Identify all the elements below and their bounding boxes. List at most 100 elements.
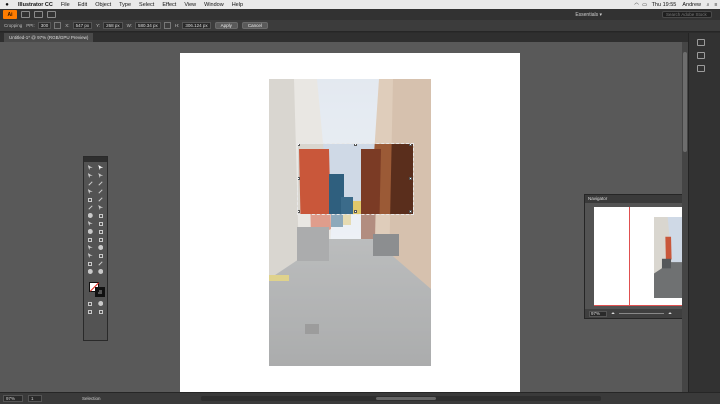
vertical-scroll-thumb[interactable] — [683, 52, 687, 152]
spotlight-icon[interactable]: ⌕ — [704, 2, 712, 8]
navigator-view-box-bottom — [594, 305, 688, 306]
navigator-footer: 97% ⏶ ⏶ — [585, 309, 688, 318]
menubar-clock[interactable]: Thu 19:55 — [649, 2, 680, 8]
artboard-tool-icon[interactable] — [85, 260, 96, 267]
document-tab-bar: Untitled-1* @ 97% (RGB/GPU Preview) — [0, 33, 720, 42]
reference-point-icon[interactable] — [54, 22, 62, 29]
x-field[interactable]: 547 px — [72, 22, 93, 29]
hand-tool-icon[interactable] — [85, 268, 96, 275]
menu-help[interactable]: Help — [228, 2, 247, 8]
apple-icon[interactable]: ● — [0, 2, 14, 8]
crop-region[interactable] — [297, 143, 414, 215]
canvas-area[interactable]: Navigator 97% ⏶ ⏶ — [0, 42, 688, 392]
crop-handle-bottom-left[interactable] — [298, 210, 300, 213]
arrange-documents-icon[interactable] — [34, 11, 43, 18]
crop-handle-top-left[interactable] — [298, 144, 300, 146]
eraser-tool-icon[interactable] — [96, 204, 107, 211]
free-transform-tool-icon[interactable] — [96, 220, 107, 227]
status-text[interactable]: Selection — [82, 396, 101, 401]
navigator-zoom-slider[interactable] — [619, 313, 665, 314]
horizontal-scroll-thumb[interactable] — [375, 397, 436, 400]
shape-builder-tool-icon[interactable] — [85, 228, 96, 235]
draw-mode-icon[interactable] — [85, 308, 96, 315]
zoom-tool-icon[interactable] — [96, 268, 107, 275]
height-field[interactable]: 306.124 px — [182, 22, 211, 29]
menu-window[interactable]: Window — [200, 2, 228, 8]
symbol-sprayer-tool-icon[interactable] — [85, 252, 96, 259]
eyedropper-tool-icon[interactable] — [85, 244, 96, 251]
gradient-tool-icon[interactable] — [96, 236, 107, 243]
wifi-icon[interactable]: ◠ — [633, 2, 641, 8]
zoom-in-mountain-icon[interactable]: ⏶ — [668, 311, 672, 317]
cancel-button[interactable]: Cancel — [241, 22, 268, 29]
bridge-icon[interactable] — [21, 11, 30, 18]
document-tab[interactable]: Untitled-1* @ 97% (RGB/GPU Preview) — [4, 33, 94, 42]
y-field[interactable]: 268 px — [103, 22, 123, 29]
rectangle-tool-icon[interactable] — [85, 196, 96, 203]
adobe-stock-search-input[interactable]: Search Adobe Stock — [662, 11, 712, 18]
slice-tool-icon[interactable] — [96, 260, 107, 267]
h-label: H: — [174, 23, 180, 28]
status-zoom-field[interactable]: 97% — [3, 395, 23, 402]
send-icon[interactable] — [47, 11, 56, 18]
notification-list-icon[interactable]: ≡ — [712, 2, 720, 8]
curvature-tool-icon[interactable] — [96, 180, 107, 187]
menu-select[interactable]: Select — [135, 2, 158, 8]
tools-panel — [83, 156, 108, 341]
gradient-mode-icon[interactable] — [96, 300, 107, 307]
scale-tool-icon[interactable] — [96, 212, 107, 219]
horizontal-scrollbar[interactable] — [200, 396, 601, 401]
libraries-panel-icon[interactable] — [697, 52, 705, 59]
menu-app-name[interactable]: Illustrator CC — [14, 2, 57, 8]
menubar-tray: ◠ ▭ Thu 19:55 Andrew ⌕ ≡ — [633, 2, 720, 8]
color-mode-icon[interactable] — [85, 300, 96, 307]
ppi-label: PPI: — [26, 23, 35, 28]
rotate-tool-icon[interactable] — [85, 212, 96, 219]
menubar-user[interactable]: Andrew — [679, 2, 704, 8]
workspace-switcher[interactable]: Essentials ▾ — [575, 12, 602, 18]
properties-panel-icon[interactable] — [697, 39, 705, 46]
lasso-tool-icon[interactable] — [96, 172, 107, 179]
artboard-navigation-field[interactable]: 1 — [28, 395, 42, 402]
crop-handle-middle-left[interactable] — [298, 177, 300, 180]
ppi-field[interactable]: 300 — [37, 22, 52, 29]
stroke-swatch[interactable] — [95, 287, 105, 297]
crop-handle-middle-right[interactable] — [409, 177, 412, 180]
apply-button[interactable]: Apply — [214, 22, 238, 29]
layers-panel-icon[interactable] — [697, 65, 705, 72]
crop-handle-bottom-right[interactable] — [409, 210, 412, 213]
magic-wand-tool-icon[interactable] — [85, 172, 96, 179]
illustrator-logo: Ai — [3, 10, 17, 19]
perspective-grid-tool-icon[interactable] — [96, 228, 107, 235]
menu-file[interactable]: File — [57, 2, 74, 8]
menu-edit[interactable]: Edit — [74, 2, 91, 8]
paintbrush-tool-icon[interactable] — [96, 196, 107, 203]
zoom-out-mountain-icon[interactable]: ⏶ — [611, 311, 615, 317]
pencil-tool-icon[interactable] — [85, 204, 96, 211]
line-tool-icon[interactable] — [96, 188, 107, 195]
menu-type[interactable]: Type — [115, 2, 135, 8]
width-field[interactable]: 580.34 px — [135, 22, 161, 29]
screen-mode-icon[interactable] — [96, 308, 107, 315]
direct-selection-tool-icon[interactable] — [96, 164, 107, 171]
type-tool-icon[interactable] — [85, 188, 96, 195]
menu-effect[interactable]: Effect — [158, 2, 180, 8]
navigator-title[interactable]: Navigator — [585, 195, 688, 203]
constrain-link-icon[interactable] — [163, 22, 171, 29]
crop-handle-top-middle[interactable] — [354, 144, 357, 146]
crop-handle-bottom-middle[interactable] — [354, 210, 357, 213]
mesh-tool-icon[interactable] — [85, 236, 96, 243]
crop-handle-top-right[interactable] — [409, 144, 412, 146]
width-tool-icon[interactable] — [85, 220, 96, 227]
blend-tool-icon[interactable] — [96, 244, 107, 251]
w-label: W: — [126, 23, 133, 28]
pen-tool-icon[interactable] — [85, 180, 96, 187]
placed-photo[interactable] — [269, 79, 431, 366]
column-graph-tool-icon[interactable] — [96, 252, 107, 259]
navigator-zoom-field[interactable]: 97% — [589, 310, 607, 317]
x-label: X: — [65, 23, 70, 28]
battery-icon[interactable]: ▭ — [641, 2, 649, 8]
selection-tool-icon[interactable] — [85, 164, 96, 171]
menu-view[interactable]: View — [180, 2, 200, 8]
menu-object[interactable]: Object — [91, 2, 115, 8]
